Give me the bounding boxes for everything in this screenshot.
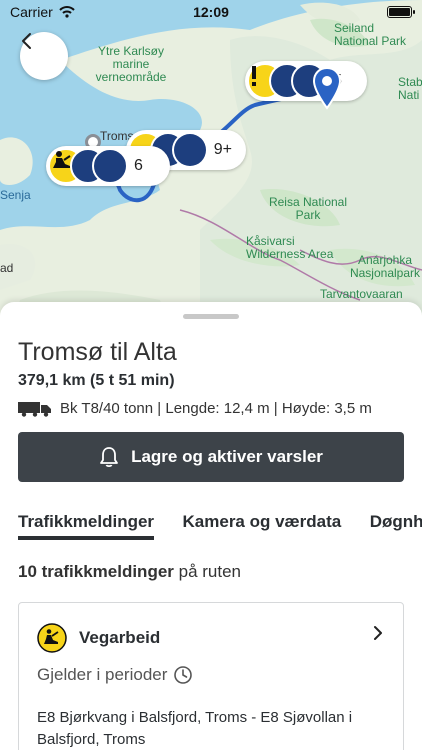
map-label-ad: ad	[0, 261, 14, 275]
tab-traffic-messages[interactable]: Trafikkmeldinger	[18, 512, 155, 540]
card-description: E8 Bjørkvang i Balsfjord, Troms - E8 Sjø…	[37, 709, 353, 748]
cluster-count: 6	[134, 157, 143, 174]
route-title: Tromsø til Alta	[18, 338, 177, 366]
cluster-count: 9+	[213, 141, 233, 158]
wifi-icon	[59, 6, 75, 18]
map-label-seiland: Seiland National Park	[334, 21, 407, 48]
truck-icon	[18, 401, 51, 417]
card-period: Gjelder i perioder	[37, 665, 193, 685]
roadwork-icon	[37, 623, 67, 653]
map-label-reisa: Reisa National Park	[268, 195, 348, 222]
back-button[interactable]	[20, 32, 68, 80]
map-label-senja: Senja	[0, 188, 31, 202]
map-label-anarjohka: Anárjohka Nasjonalpark	[349, 253, 421, 280]
save-alerts-label: Lagre og aktiver varsler	[131, 447, 323, 466]
map-view[interactable]: Ytre Karlsøy marine verneområde Seiland …	[0, 0, 422, 330]
carrier-label: Carrier	[10, 4, 53, 20]
messages-count-rest: på ruten	[173, 562, 242, 581]
battery-icon	[387, 6, 415, 18]
traffic-message-card[interactable]: Vegarbeid Gjelder i perioder E8 Bjørkvan…	[18, 602, 404, 750]
tab-camera-weather[interactable]: Kamera og værdata	[183, 512, 342, 540]
chevron-right-icon	[374, 626, 382, 640]
tab-rest-areas[interactable]: Døgnhvileplasser	[370, 512, 422, 540]
status-bar: Carrier 12:09	[0, 0, 422, 24]
messages-count: 10 trafikkmeldinger på ruten	[18, 562, 241, 582]
save-alerts-button[interactable]: Lagre og aktiver varsler	[18, 432, 404, 482]
map-cluster-west[interactable]: 6	[46, 146, 170, 186]
tab-bar: Trafikkmeldinger Kamera og værdata Døgnh…	[18, 512, 422, 544]
road-sign-icon	[171, 132, 208, 168]
card-type: Vegarbeid	[79, 628, 161, 647]
route-summary: 379,1 km (5 t 51 min)	[18, 372, 175, 389]
card-period-text: Gjelder i perioder	[37, 665, 168, 684]
card-header: Vegarbeid	[37, 623, 160, 653]
map-label-ytre-karlsoy: Ytre Karlsøy marine verneområde	[95, 44, 167, 84]
vehicle-spec-text: Bk T8/40 tonn | Lengde: 12,4 m | Høyde: …	[60, 400, 372, 417]
clock-icon	[174, 666, 193, 684]
messages-count-bold: 10 trafikkmeldinger	[18, 562, 174, 581]
map-cluster-north[interactable]: 5	[245, 61, 367, 101]
road-sign-icon	[92, 148, 128, 184]
map-label-kasivarsi: Kåsivarsi Wilderness Area	[246, 234, 334, 261]
map-label-tarvantovaara: Tarvantovaaran	[320, 287, 403, 301]
route-details-sheet: Tromsø til Alta 379,1 km (5 t 51 min) Bk…	[0, 302, 422, 750]
vehicle-info: Bk T8/40 tonn | Lengde: 12,4 m | Høyde: …	[18, 400, 372, 417]
sheet-grabber[interactable]	[183, 314, 239, 319]
map-label-stab: Stab Nati	[398, 75, 422, 102]
chevron-left-icon	[22, 33, 31, 49]
bell-icon	[100, 447, 118, 468]
